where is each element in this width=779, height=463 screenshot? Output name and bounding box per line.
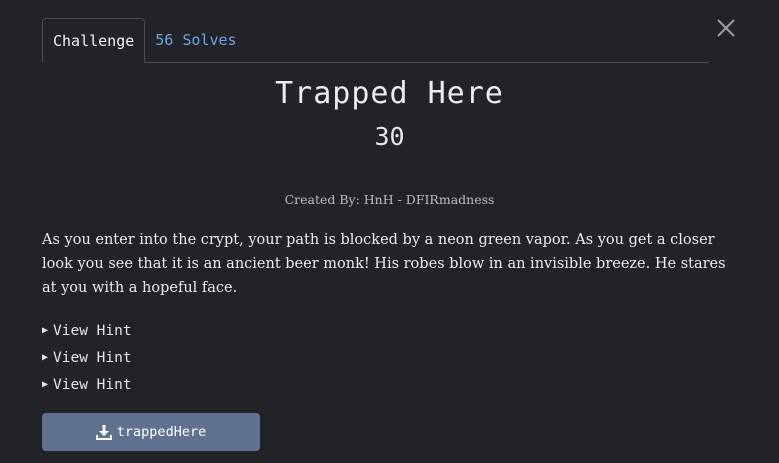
challenge-points: 30 [374,122,405,151]
hint-toggle[interactable]: ▶ View Hint [42,371,342,398]
challenge-modal: Challenge 56 Solves Trapped Here 30 Crea… [0,0,779,463]
hint-label: View Hint [53,376,132,393]
download-file-label: trappedHere [116,424,207,440]
challenge-author: Created By: HnH - DFIRmadness [284,192,495,207]
hint-list: ▶ View Hint ▶ View Hint ▶ View Hint [42,317,342,398]
hint-toggle[interactable]: ▶ View Hint [42,344,342,371]
triangle-right-icon: ▶ [42,379,49,390]
challenge-title: Trapped Here [275,76,504,111]
download-icon [95,425,112,440]
download-file-button[interactable]: trappedHere [42,413,260,451]
hint-label: View Hint [53,322,132,339]
tab-solves[interactable]: 56 Solves [145,18,246,62]
hint-label: View Hint [53,349,132,366]
close-icon[interactable] [715,17,737,39]
tab-bar: Challenge 56 Solves [42,18,709,63]
tab-challenge[interactable]: Challenge [42,18,146,63]
triangle-right-icon: ▶ [42,352,49,363]
challenge-description: As you enter into the crypt, your path i… [42,232,726,296]
hint-toggle[interactable]: ▶ View Hint [42,317,342,344]
triangle-right-icon: ▶ [42,325,49,336]
